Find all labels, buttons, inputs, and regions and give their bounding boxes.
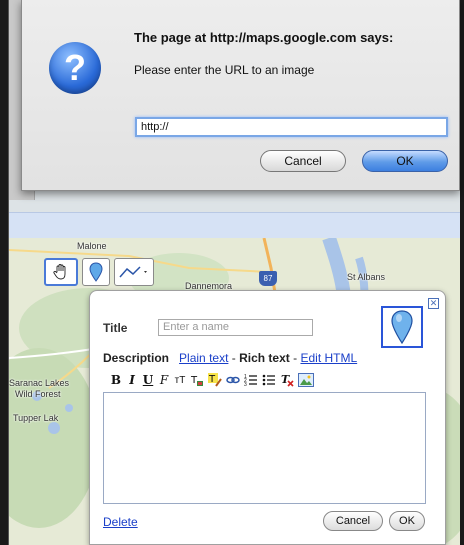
ok-button[interactable]: OK [362, 150, 448, 172]
url-input[interactable]: http:// [135, 117, 448, 137]
font-size-button[interactable]: тT [174, 375, 186, 386]
close-icon[interactable]: ✕ [428, 298, 439, 309]
underline-button[interactable]: U [142, 373, 154, 387]
map-label-st-albans: St Albans [347, 272, 386, 282]
italic-button[interactable]: I [126, 373, 138, 387]
svg-text:T: T [208, 374, 216, 385]
chevron-down-icon [144, 271, 147, 273]
numbered-list-icon[interactable]: 123 [244, 373, 258, 388]
bullet-list-icon[interactable] [262, 373, 276, 387]
text-color-icon[interactable]: T [190, 373, 204, 387]
line-tool-button[interactable] [114, 258, 154, 286]
title-label: Title [103, 321, 128, 335]
map-label-saranac: Saranac Lakes [9, 378, 70, 388]
info-ok-button[interactable]: OK [389, 511, 425, 531]
placemark-icon [89, 262, 103, 282]
font-button[interactable]: F [158, 373, 170, 387]
cancel-button[interactable]: Cancel [260, 150, 346, 172]
svg-text:T: T [281, 373, 290, 386]
map-label-tupper: Tupper Lak [13, 413, 59, 423]
question-icon: ? [49, 42, 101, 94]
prompt-dialog: ? The page at http://maps.google.com say… [21, 0, 460, 191]
map-label-malone: Malone [77, 241, 107, 251]
edit-html-link[interactable]: Edit HTML [300, 351, 357, 365]
svg-text:3: 3 [244, 382, 247, 387]
remove-format-icon[interactable]: T [280, 373, 294, 387]
hand-icon [53, 264, 66, 280]
placemark-info-window: ✕ Title Enter a name Description Plain t… [89, 290, 446, 545]
bold-button[interactable]: B [110, 373, 122, 387]
highway-shield: 87 [259, 271, 277, 286]
rich-text-toolbar: B I U F тT T T 123 T [110, 371, 314, 389]
marker-icon-picker[interactable] [381, 306, 423, 348]
description-row: Description Plain text - Rich text - Edi… [103, 351, 357, 365]
title-input[interactable]: Enter a name [158, 319, 313, 336]
separator: - [231, 351, 240, 365]
dialog-title: The page at http://maps.google.com says: [134, 30, 394, 45]
image-icon[interactable] [298, 373, 314, 387]
description-label: Description [103, 351, 170, 365]
link-icon[interactable] [226, 373, 240, 387]
delete-link[interactable]: Delete [103, 515, 138, 529]
placemark-tool-button[interactable] [82, 258, 110, 286]
map-header-band [9, 212, 460, 238]
svg-text:T: T [190, 375, 198, 386]
hand-tool-button[interactable] [44, 258, 78, 286]
description-editor[interactable] [103, 392, 426, 504]
rich-text-label: Rich text [239, 351, 290, 365]
dialog-message: Please enter the URL to an image [134, 63, 315, 77]
plain-text-link[interactable]: Plain text [179, 351, 228, 365]
info-cancel-button[interactable]: Cancel [323, 511, 383, 531]
map-label-wild-forest: Wild Forest [15, 389, 61, 399]
highlight-icon[interactable]: T [208, 373, 222, 387]
placemark-icon [391, 310, 413, 344]
line-icon [119, 266, 147, 278]
